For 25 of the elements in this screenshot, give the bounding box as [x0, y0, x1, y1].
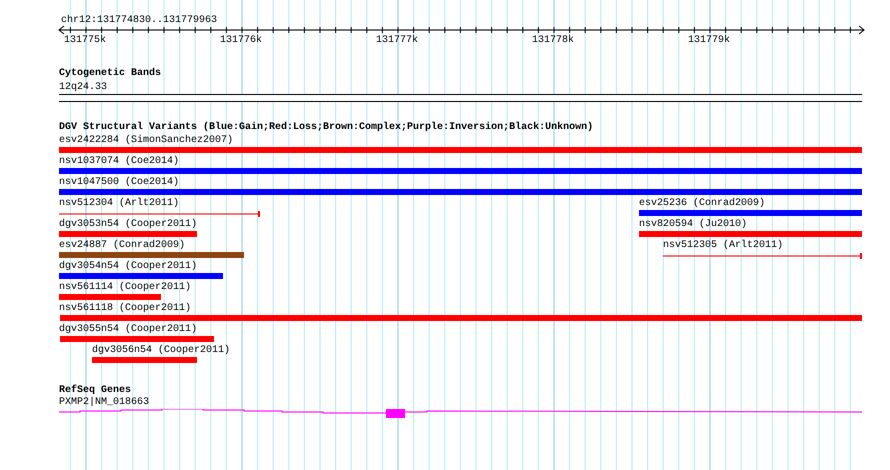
feature-label: nsv561118 (Cooper2011)	[59, 303, 192, 315]
feature-label: dgv3053n54 (Cooper2011)	[59, 219, 198, 231]
feature-label: esv24887 (Conrad2009)	[59, 240, 186, 252]
feature-label: dgv3055n54 (Cooper2011)	[59, 324, 198, 336]
feature-label: nsv561114 (Cooper2011)	[59, 282, 192, 294]
feature-label: dgv3056n54 (Cooper2011)	[92, 345, 230, 357]
feature-label: 12q24.33	[59, 82, 108, 94]
feature-label: nsv1037074 (Coe2014)	[59, 156, 180, 168]
feature-label: nsv512304 (Arlt2011)	[59, 198, 180, 210]
feature-label: dgv3054n54 (Cooper2011)	[59, 261, 198, 273]
ruler-tick-label: 131778k	[532, 35, 574, 47]
ruler-tick-label: 131775k	[64, 35, 106, 47]
feature-label: nsv820594 (Ju2010)	[639, 219, 748, 231]
region-label: chr12:131774830..131779963	[61, 15, 218, 27]
feature-label: PXMP2|NM_018663	[59, 397, 150, 409]
feature-label: esv2422284 (SimonSanchez2007)	[59, 135, 234, 147]
feature-label: nsv1047500 (Coe2014)	[59, 177, 180, 189]
feature-label: esv25236 (Conrad2009)	[639, 198, 766, 210]
ruler-tick-label: 131777k	[376, 35, 418, 47]
track-title: DGV Structural Variants (Blue:Gain;Red:Loss;Brown:Complex;Purple:Inversion;Black:Unknown)	[59, 122, 594, 134]
track-title: Cytogenetic Bands	[59, 68, 162, 80]
ruler-tick-label: 131779k	[688, 35, 730, 47]
track-title: RefSeq Genes	[59, 385, 132, 396]
ruler-tick-label: 131776k	[220, 35, 262, 47]
feature-label: nsv512305 (Arlt2011)	[663, 240, 784, 252]
